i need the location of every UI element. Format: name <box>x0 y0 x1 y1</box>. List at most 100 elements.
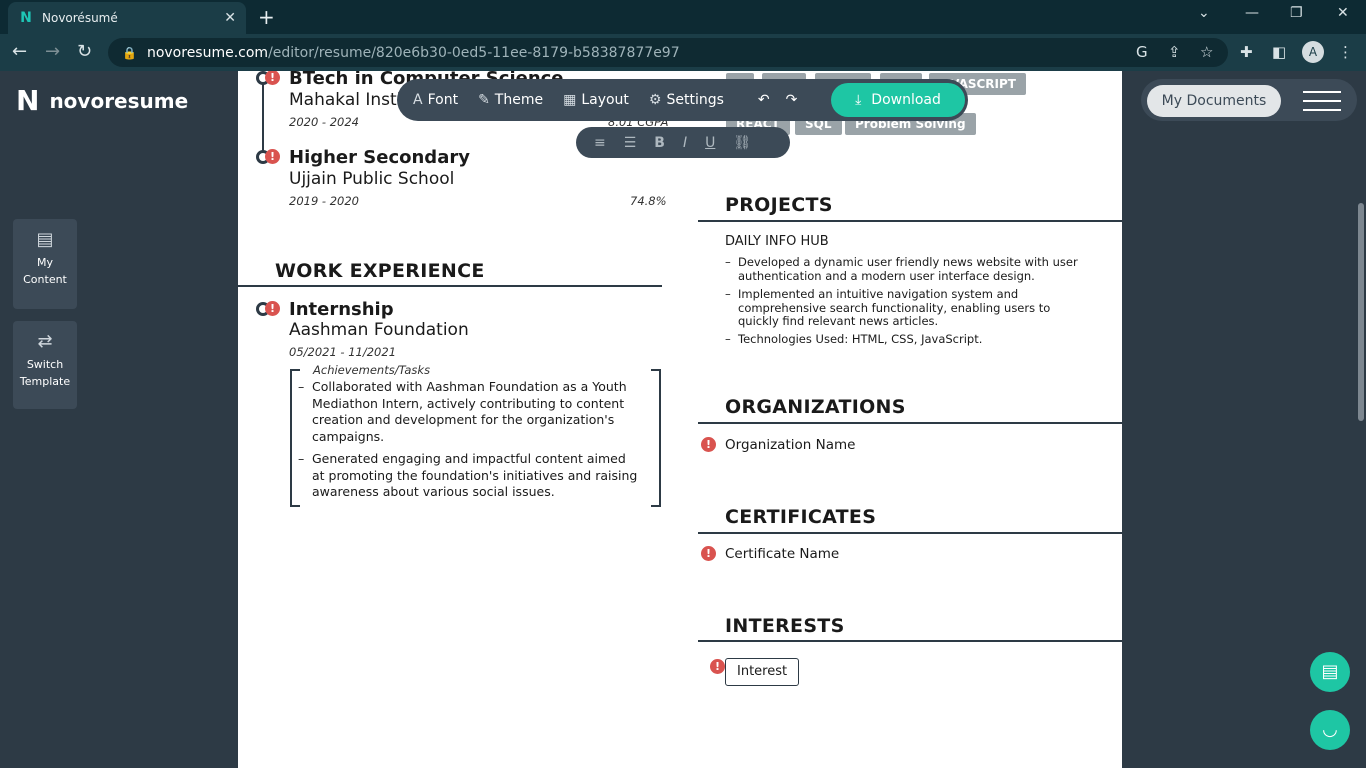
work-dates[interactable]: 05/2021 - 11/2021 <box>289 345 396 359</box>
more-menu-icon[interactable]: ⋮ <box>1338 43 1353 61</box>
link-icon[interactable]: ⛓ <box>733 135 751 151</box>
browser-tab[interactable]: N Novorésumé ✕ <box>8 2 246 34</box>
education-school[interactable]: Mahakal Insti <box>289 90 401 110</box>
address-bar[interactable]: 🔒 novoresume.com /editor/resume/820e6b30… <box>108 38 1228 67</box>
project-bullet[interactable]: Technologies Used: HTML, CSS, JavaScript… <box>738 332 1078 347</box>
redo-icon[interactable]: ↷ <box>786 92 798 108</box>
chat-fab-icon[interactable]: ◡ <box>1310 710 1350 750</box>
format-toolbar: ≡ ☰ B I U ⛓ <box>576 127 790 158</box>
certificates-title[interactable]: CERTIFICATES <box>725 506 876 528</box>
work-experience-title[interactable]: WORK EXPERIENCE <box>275 260 485 282</box>
theme-button[interactable]: ✎ Theme <box>478 92 543 108</box>
sidepanel-icon[interactable]: ◧ <box>1272 43 1286 61</box>
download-icon: ⤓ <box>855 92 862 108</box>
download-label: Download <box>871 92 941 108</box>
section-divider <box>698 532 1122 534</box>
section-divider <box>238 285 662 287</box>
forward-icon[interactable]: → <box>45 42 60 62</box>
scrollbar[interactable] <box>1358 203 1364 421</box>
layout-button[interactable]: ▦ Layout <box>563 92 629 108</box>
url-path: /editor/resume/820e6b30-0ed5-11ee-8179-b… <box>268 44 680 61</box>
lock-icon: 🔒 <box>122 45 137 60</box>
tab-search-icon[interactable]: ⌄ <box>1198 5 1210 21</box>
work-company[interactable]: Aashman Foundation <box>289 320 469 340</box>
align-justify-icon[interactable]: ☰ <box>624 135 637 151</box>
organizations-title[interactable]: ORGANIZATIONS <box>725 396 906 418</box>
work-bullet[interactable]: Generated engaging and impactful content… <box>312 451 642 501</box>
education-dates[interactable]: 2019 - 2020 <box>289 194 359 208</box>
switch-template-button[interactable]: ⇄ Switch Template <box>13 321 77 409</box>
document-fab-icon[interactable]: ▤ <box>1310 652 1350 692</box>
education-grade[interactable]: 74.8% <box>630 194 667 208</box>
warning-icon[interactable]: ! <box>701 437 716 452</box>
bookmark-star-icon[interactable]: ☆ <box>1200 43 1213 61</box>
project-name[interactable]: DAILY INFO HUB <box>725 234 829 249</box>
reload-icon[interactable]: ↻ <box>77 42 92 62</box>
switch-template-label-1: Switch <box>26 358 64 371</box>
warning-icon[interactable]: ! <box>710 659 725 674</box>
my-content-label-1: My <box>36 256 53 269</box>
bold-icon[interactable]: B <box>654 135 665 151</box>
tasks-box[interactable]: Achievements/Tasks – Collaborated with A… <box>290 363 661 507</box>
warning-icon[interactable]: ! <box>701 546 716 561</box>
organization-name[interactable]: Organization Name <box>725 437 855 453</box>
work-title[interactable]: Internship <box>289 299 394 320</box>
dash-icon: – <box>725 332 731 346</box>
logo-mark-icon: N <box>16 84 40 117</box>
project-bullet[interactable]: Developed a dynamic user friendly news w… <box>738 255 1078 283</box>
minimize-icon[interactable]: — <box>1245 5 1259 21</box>
warning-icon[interactable]: ! <box>265 71 280 85</box>
projects-title[interactable]: PROJECTS <box>725 194 833 216</box>
download-button[interactable]: ⤓ Download <box>831 83 965 117</box>
url-domain: novoresume.com <box>146 44 269 61</box>
share-icon[interactable]: ⇪ <box>1168 43 1181 61</box>
interest-chip[interactable]: Interest <box>725 658 800 686</box>
layout-icon: ▦ <box>563 92 577 108</box>
italic-icon[interactable]: I <box>683 135 687 151</box>
content-icon: ▤ <box>36 229 54 250</box>
education-degree[interactable]: Higher Secondary <box>289 147 470 168</box>
settings-button[interactable]: ⚙ Settings <box>649 92 724 108</box>
certificate-name[interactable]: Certificate Name <box>725 546 839 562</box>
new-tab-icon[interactable]: + <box>258 5 275 29</box>
undo-icon[interactable]: ↶ <box>758 92 770 108</box>
window-close-icon[interactable]: ✕ <box>1337 5 1349 21</box>
section-divider <box>698 640 1122 642</box>
novoresume-favicon-icon: N <box>20 10 32 26</box>
corner-br <box>651 505 661 507</box>
warning-icon[interactable]: ! <box>265 301 280 316</box>
education-dates[interactable]: 2020 - 2024 <box>289 115 359 129</box>
hamburger-menu-icon[interactable] <box>1303 91 1341 118</box>
layout-label: Layout <box>581 92 629 108</box>
extensions-icon[interactable]: ✚ <box>1240 43 1253 61</box>
back-icon[interactable]: ← <box>12 42 27 62</box>
dash-icon: – <box>298 379 305 394</box>
corner-tr <box>651 369 661 371</box>
google-icon[interactable]: G <box>1136 43 1148 61</box>
switch-template-label-2: Template <box>19 375 71 388</box>
font-icon: A <box>413 92 423 108</box>
work-bullet[interactable]: Collaborated with Aashman Foundation as … <box>312 379 642 445</box>
font-button[interactable]: A Font <box>413 92 458 108</box>
gear-icon: ⚙ <box>648 92 662 108</box>
education-school[interactable]: Ujjain Public School <box>289 169 454 189</box>
section-divider <box>698 422 1122 424</box>
interests-title[interactable]: INTERESTS <box>725 615 845 637</box>
settings-label: Settings <box>666 92 724 108</box>
novoresume-logo[interactable]: N novoresume <box>16 84 188 117</box>
align-left-icon[interactable]: ≡ <box>594 135 606 151</box>
underline-icon[interactable]: U <box>705 135 715 151</box>
restore-icon[interactable]: ❐ <box>1290 5 1303 21</box>
font-label: Font <box>427 92 459 108</box>
profile-avatar[interactable]: A <box>1302 41 1324 63</box>
my-documents-button[interactable]: My Documents <box>1147 85 1281 117</box>
browser-toolbar: ← → ↻ 🔒 novoresume.com /editor/resume/82… <box>0 34 1366 71</box>
project-bullet[interactable]: Implemented an intuitive navigation syst… <box>738 287 1088 329</box>
corner-tl <box>290 369 300 371</box>
warning-icon[interactable]: ! <box>265 149 280 164</box>
my-content-button[interactable]: ▤ My Content <box>13 219 77 309</box>
editor-toolbar: A Font ✎ Theme ▦ Layout ⚙ Settings ↶ ↷ ⤓ Dow… <box>397 79 968 121</box>
tab-close-icon[interactable]: ✕ <box>224 10 236 26</box>
brush-icon: ✎ <box>478 92 490 108</box>
section-divider <box>698 220 1122 222</box>
